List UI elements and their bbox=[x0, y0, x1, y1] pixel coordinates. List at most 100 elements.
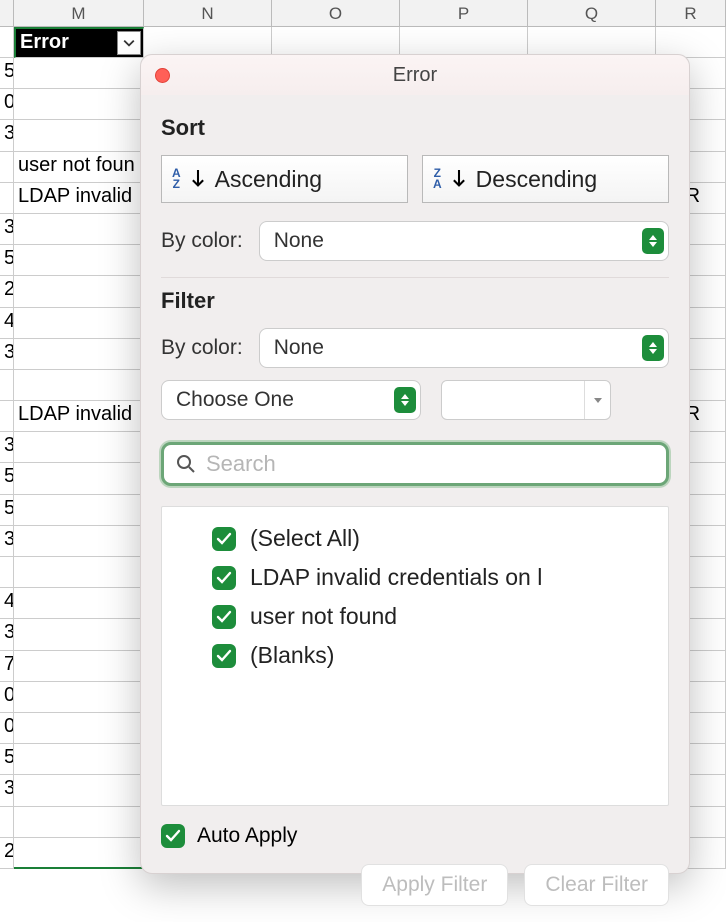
col-header-O[interactable]: O bbox=[272, 0, 400, 27]
cell[interactable] bbox=[0, 183, 14, 214]
column-headers: M N O P Q R bbox=[0, 0, 726, 27]
cell[interactable] bbox=[14, 89, 144, 120]
filter-value-row[interactable]: LDAP invalid credentials on l bbox=[212, 564, 650, 591]
cell[interactable] bbox=[14, 775, 144, 806]
col-header-R[interactable]: R bbox=[656, 0, 726, 27]
cell[interactable] bbox=[0, 807, 14, 838]
col-header-left-edge bbox=[0, 0, 14, 27]
cell[interactable]: 3 bbox=[0, 775, 14, 806]
cell[interactable] bbox=[0, 401, 14, 432]
select-stepper-icon bbox=[642, 228, 664, 254]
cell[interactable] bbox=[0, 27, 14, 58]
cell[interactable]: 7 bbox=[0, 651, 14, 682]
col-header-P[interactable]: P bbox=[400, 0, 528, 27]
filter-value-label: (Select All) bbox=[250, 525, 360, 552]
cell[interactable]: 3 bbox=[0, 526, 14, 557]
cell[interactable]: user not foun bbox=[14, 152, 144, 183]
cell[interactable]: 3 bbox=[0, 339, 14, 370]
cell[interactable] bbox=[14, 339, 144, 370]
auto-apply-checkbox[interactable] bbox=[161, 824, 185, 848]
cell[interactable] bbox=[14, 744, 144, 775]
filter-value-checkbox[interactable] bbox=[212, 605, 236, 629]
cell[interactable]: 5 bbox=[0, 245, 14, 276]
filter-search-input[interactable] bbox=[206, 451, 654, 477]
cell[interactable] bbox=[14, 619, 144, 650]
column-header-cell[interactable]: Error bbox=[14, 27, 144, 58]
cell[interactable]: 2 bbox=[0, 276, 14, 307]
cell[interactable] bbox=[14, 588, 144, 619]
cell[interactable]: 5 bbox=[0, 58, 14, 89]
filter-by-color-value: None bbox=[274, 336, 324, 360]
sort-descending-button[interactable]: ZA Descending bbox=[422, 155, 669, 203]
filter-value-row[interactable]: (Blanks) bbox=[212, 642, 650, 669]
filter-value-checkbox[interactable] bbox=[212, 644, 236, 668]
cell[interactable] bbox=[14, 58, 144, 89]
dialog-title: Error bbox=[393, 64, 437, 87]
filter-condition-select[interactable]: Choose One bbox=[161, 380, 421, 420]
sort-by-color-label: By color: bbox=[161, 229, 243, 253]
cell[interactable]: 0 bbox=[0, 682, 14, 713]
cell[interactable] bbox=[0, 152, 14, 183]
sort-ascending-button[interactable]: AZ Ascending bbox=[161, 155, 408, 203]
cell[interactable] bbox=[14, 526, 144, 557]
cell[interactable]: 0 bbox=[0, 713, 14, 744]
cell[interactable] bbox=[14, 245, 144, 276]
search-icon bbox=[176, 454, 196, 474]
filter-heading: Filter bbox=[161, 288, 669, 314]
filter-value-checkbox[interactable] bbox=[212, 566, 236, 590]
cell[interactable]: 5 bbox=[0, 463, 14, 494]
cell[interactable] bbox=[14, 120, 144, 151]
cell[interactable]: 4 bbox=[0, 308, 14, 339]
cell[interactable] bbox=[0, 557, 14, 588]
cell[interactable]: 5 bbox=[0, 744, 14, 775]
divider bbox=[161, 277, 669, 278]
cell[interactable] bbox=[14, 308, 144, 339]
sort-za-icon: ZA bbox=[433, 168, 442, 190]
col-header-M[interactable]: M bbox=[14, 0, 144, 27]
cell[interactable]: 3 bbox=[0, 432, 14, 463]
filter-by-color-select[interactable]: None bbox=[259, 328, 669, 368]
cell[interactable] bbox=[0, 370, 14, 401]
check-icon bbox=[216, 609, 232, 625]
column-filter-button[interactable] bbox=[117, 31, 141, 55]
cell[interactable] bbox=[14, 495, 144, 526]
cell[interactable]: LDAP invalid bbox=[14, 401, 144, 432]
cell[interactable] bbox=[14, 432, 144, 463]
cell[interactable] bbox=[14, 682, 144, 713]
cell[interactable]: 2 bbox=[0, 838, 14, 869]
cell[interactable]: 3 bbox=[0, 120, 14, 151]
cell[interactable]: 4 bbox=[0, 588, 14, 619]
cell[interactable]: LDAP invalid bbox=[14, 183, 144, 214]
column-header-label: Error bbox=[20, 31, 69, 53]
cell[interactable] bbox=[14, 276, 144, 307]
cell[interactable] bbox=[14, 557, 144, 588]
close-icon[interactable] bbox=[155, 68, 170, 83]
select-stepper-icon bbox=[642, 335, 664, 361]
cell[interactable]: 3 bbox=[0, 619, 14, 650]
cell[interactable] bbox=[14, 713, 144, 744]
cell[interactable] bbox=[14, 838, 144, 869]
filter-value-checkbox[interactable] bbox=[212, 527, 236, 551]
cell[interactable]: 3 bbox=[0, 214, 14, 245]
cell[interactable]: 5 bbox=[0, 495, 14, 526]
filter-value-row[interactable]: (Select All) bbox=[212, 525, 650, 552]
cell[interactable] bbox=[14, 370, 144, 401]
filter-value-row[interactable]: user not found bbox=[212, 603, 650, 630]
cell[interactable] bbox=[14, 651, 144, 682]
col-header-N[interactable]: N bbox=[144, 0, 272, 27]
sort-az-icon: AZ bbox=[172, 168, 181, 190]
filter-value-combobox[interactable] bbox=[441, 380, 611, 420]
apply-filter-button[interactable]: Apply Filter bbox=[361, 864, 508, 906]
sort-by-color-select[interactable]: None bbox=[259, 221, 669, 261]
filter-by-color-label: By color: bbox=[161, 336, 243, 360]
clear-filter-button[interactable]: Clear Filter bbox=[524, 864, 669, 906]
cell[interactable] bbox=[14, 463, 144, 494]
cell[interactable]: 0 bbox=[0, 89, 14, 120]
filter-value-label: (Blanks) bbox=[250, 642, 334, 669]
cell[interactable] bbox=[14, 807, 144, 838]
arrow-down-icon bbox=[191, 170, 205, 188]
cell[interactable] bbox=[14, 214, 144, 245]
filter-search-field[interactable] bbox=[161, 442, 669, 486]
col-header-Q[interactable]: Q bbox=[528, 0, 656, 27]
check-icon bbox=[216, 648, 232, 664]
